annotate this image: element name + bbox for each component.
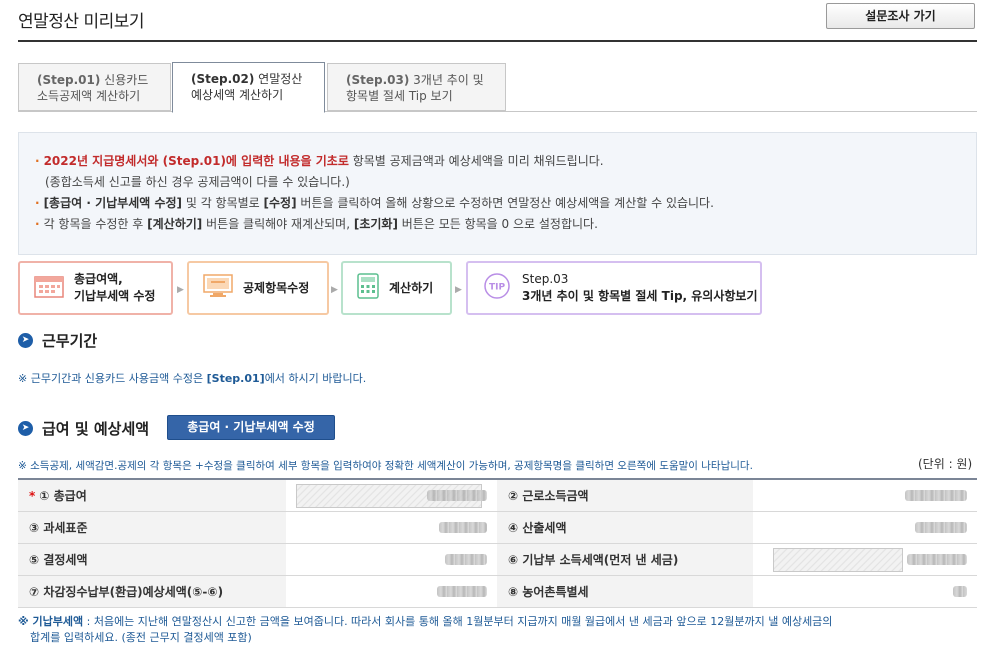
required-mark: *: [29, 488, 36, 503]
row-label[interactable]: ③ 과세표준: [18, 511, 286, 544]
row-label[interactable]: ④ 산출세액: [497, 511, 753, 544]
masked-value: [427, 490, 487, 502]
info-text: 및 각 항목별로: [182, 196, 264, 210]
title-divider: [18, 40, 977, 42]
table-row: * ① 총급여 ② 근로소득금액: [18, 479, 977, 512]
prepaid-tax-note: ※ 기납부세액 : 처음에는 지난해 연말정산시 신고한 금액을 보여줍니다. …: [18, 614, 832, 646]
tab-label-line1: 신용카드: [104, 73, 149, 87]
tab-step-03[interactable]: (Step.03) 3개년 추이 및 항목별 절세 Tip 보기: [327, 63, 506, 111]
monitor-icon: [203, 273, 233, 303]
unit-label: (단위 : 원): [918, 457, 973, 471]
label-text: ① 총급여: [39, 488, 87, 503]
flow-label: 기납부세액 수정: [74, 289, 156, 303]
note-text: : 처음에는 지난해 연말정산시 신고한 금액을 보여줍니다. 따라서 회사를 …: [83, 615, 833, 628]
arrow-circle-icon: ➤: [18, 333, 33, 348]
flow-label: Step.03: [522, 272, 569, 286]
section-title: 근무기간: [42, 332, 98, 350]
flow-label: 3개년 추이 및 항목별 절세 Tip, 유의사항보기: [522, 289, 758, 303]
row-label[interactable]: ⑧ 농어촌특별세: [497, 575, 753, 608]
section-work-period: ➤ 근무기간: [18, 330, 97, 351]
note-text: ※ 근무기간과 신용카드 사용금액 수정은: [18, 372, 207, 385]
tab-step-02[interactable]: (Step.02) 연말정산 예상세액 계산하기: [172, 62, 325, 113]
info-text: 버튼은 모든 항목을 0 으로 설정합니다.: [397, 217, 598, 231]
tab-baseline: [18, 111, 977, 112]
note-bold: ※ 기납부세액: [18, 615, 84, 628]
row-label[interactable]: * ① 총급여: [18, 479, 286, 512]
masked-value: [437, 586, 487, 597]
total-salary-value[interactable]: [286, 479, 497, 512]
info-line-1-sub: (종합소득세 신고를 하신 경우 공제금액이 다를 수 있습니다.): [45, 175, 350, 189]
flow-step-tips[interactable]: TIP Step.03 3개년 추이 및 항목별 절세 Tip, 유의사항보기: [466, 261, 762, 315]
tab-step-label: (Step.01): [37, 73, 101, 87]
tip-icon-label: TIP: [489, 282, 505, 292]
info-text: 버튼을 클릭해야 재계산되며,: [202, 217, 354, 231]
info-highlight: 2022년 지급명세서와 (Step.01)에 입력한 내용을 기초로: [43, 154, 349, 168]
calendar-icon: [34, 274, 64, 303]
edit-salary-button[interactable]: 총급여 · 기납부세액 수정: [167, 415, 335, 440]
arrow-circle-icon: ➤: [18, 421, 33, 436]
flow-step-edit-salary[interactable]: 총급여액, 기납부세액 수정: [18, 261, 173, 315]
earned-income-value: [753, 479, 977, 512]
flow-label: 공제항목수정: [243, 280, 310, 295]
masked-value: [905, 490, 967, 502]
info-line-1: · 2022년 지급명세서와 (Step.01)에 입력한 내용을 기초로 항목별…: [35, 154, 604, 168]
row-label[interactable]: ⑤ 결정세액: [18, 543, 286, 576]
calculated-tax-value: [753, 511, 977, 544]
note-text: 합계를 입력하세요. (종전 근무지 결정세액 포함): [30, 631, 252, 644]
chevron-right-icon: ▶: [455, 285, 462, 295]
info-line-2: · [총급여 · 기납부세액 수정] 및 각 항목별로 [수정] 버튼을 클릭하여…: [35, 196, 714, 210]
salary-tax-table: * ① 총급여 ② 근로소득금액 ③ 과세표준 ④ 산출세액 ⑤ 결정세액 ⑥ 기…: [18, 478, 977, 608]
rural-tax-value: [753, 575, 977, 608]
info-bold: [총급여 · 기납부세액 수정]: [43, 196, 183, 210]
row-label[interactable]: ② 근로소득금액: [497, 479, 753, 512]
tip-icon: TIP: [482, 272, 512, 304]
flow-step-deductions[interactable]: 공제항목수정: [187, 261, 329, 315]
tab-step-label: (Step.03): [346, 73, 410, 87]
row-label[interactable]: ⑦ 차감징수납부(환급)예상세액(⑤-⑥): [18, 575, 286, 608]
info-box: · 2022년 지급명세서와 (Step.01)에 입력한 내용을 기초로 항목별…: [18, 132, 977, 255]
tax-base-value: [286, 511, 497, 544]
flow-label: 계산하기: [389, 280, 434, 295]
masked-value: [445, 554, 487, 565]
info-text: 버튼을 클릭하여 올해 상황으로 수정하면 연말정산 예상세액을 계산할 수 있…: [296, 196, 714, 210]
tab-label-line2: 항목별 절세 Tip 보기: [346, 89, 453, 103]
tab-step-label: (Step.02): [191, 72, 255, 86]
salary-note: ※ 소득공제, 세액감면.공제의 각 항목은 +수정을 클릭하여 세부 항목을 …: [18, 460, 753, 472]
table-row: ⑤ 결정세액 ⑥ 기납부 소득세액(먼저 낸 세금): [18, 543, 977, 576]
section-salary-tax: ➤ 급여 및 예상세액: [18, 418, 149, 439]
section-title: 급여 및 예상세액: [42, 420, 150, 438]
info-line-3: · 각 항목을 수정한 후 [계산하기] 버튼을 클릭해야 재계산되며, [초기화…: [35, 217, 598, 231]
tab-step-01[interactable]: (Step.01) 신용카드 소득공제액 계산하기: [18, 63, 171, 111]
chevron-right-icon: ▶: [331, 285, 338, 295]
prepaid-tax-input[interactable]: [773, 547, 903, 572]
info-bold: [계산하기]: [147, 217, 203, 231]
info-text: 항목별 공제금액과 예상세액을 미리 채워드립니다.: [348, 154, 604, 168]
tab-label-line1: 3개년 추이 및: [413, 73, 484, 87]
row-label[interactable]: ⑥ 기납부 소득세액(먼저 낸 세금): [497, 543, 753, 576]
calculator-icon: [357, 272, 379, 304]
note-bold: [Step.01]: [206, 372, 265, 385]
refund-tax-value: [286, 575, 497, 608]
table-row: ③ 과세표준 ④ 산출세액: [18, 511, 977, 544]
tab-label-line2: 예상세액 계산하기: [191, 88, 284, 102]
info-bold: [수정]: [263, 196, 297, 210]
survey-button[interactable]: 설문조사 가기: [826, 3, 975, 29]
flow-step-calculate[interactable]: 계산하기: [341, 261, 452, 315]
tab-label-line2: 소득공제액 계산하기: [37, 89, 141, 103]
prepaid-tax-value[interactable]: [753, 543, 977, 576]
info-bold: [초기화]: [353, 217, 398, 231]
page-title: 연말정산 미리보기: [18, 12, 145, 32]
masked-value: [915, 522, 967, 533]
masked-value: [439, 522, 487, 533]
info-text: 각 항목을 수정한 후: [43, 217, 148, 231]
table-row: ⑦ 차감징수납부(환급)예상세액(⑤-⑥) ⑧ 농어촌특별세: [18, 575, 977, 608]
work-period-note: ※ 근무기간과 신용카드 사용금액 수정은 [Step.01]에서 하시기 바랍…: [18, 370, 366, 386]
determined-tax-value: [286, 543, 497, 576]
masked-value: [907, 554, 967, 565]
chevron-right-icon: ▶: [177, 285, 184, 295]
masked-value: [953, 586, 967, 597]
note-text: 에서 하시기 바랍니다.: [264, 372, 367, 385]
tab-label-line1: 연말정산: [258, 72, 303, 86]
flow-label: 총급여액,: [74, 272, 123, 286]
